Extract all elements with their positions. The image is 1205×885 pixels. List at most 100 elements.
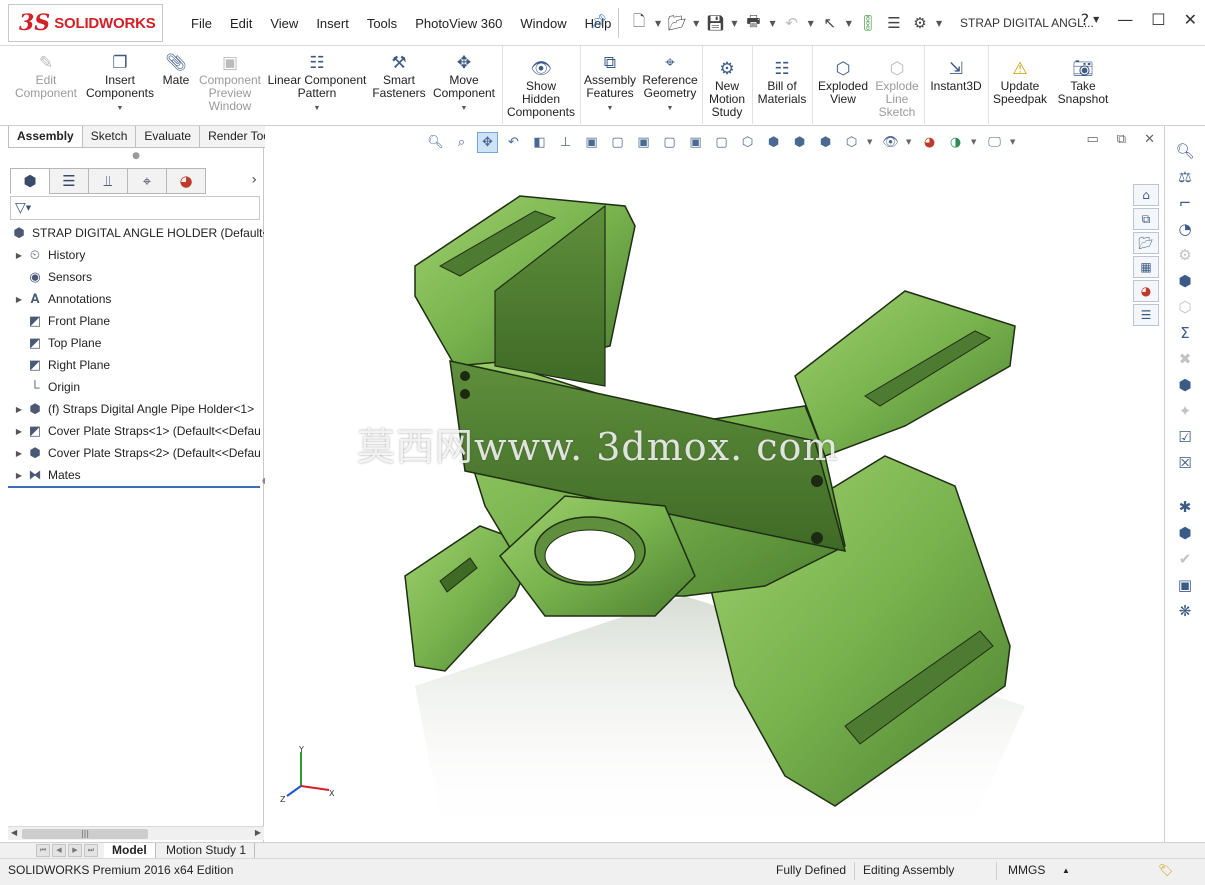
pan-icon[interactable]: ✥ xyxy=(477,131,498,153)
exploded-view-button[interactable]: ⬡ Exploded View xyxy=(814,56,872,106)
explode-line-sketch-button[interactable]: ⬡ Explode Line Sketch xyxy=(872,56,922,119)
reference-geometry-dropdown-icon[interactable]: ▼ xyxy=(640,102,700,115)
clearance-verification-icon[interactable]: ⚙ xyxy=(1173,244,1197,266)
display-style-icon[interactable]: ⬡ xyxy=(841,132,862,153)
panel-grip-icon[interactable]: ● xyxy=(8,148,264,164)
tab-model[interactable]: Model xyxy=(104,843,156,859)
file-explorer-icon[interactable]: 📂︎ xyxy=(1133,232,1159,254)
new-document-icon[interactable]: 🗋 xyxy=(629,12,649,33)
bill-of-materials-button[interactable]: ☷ Bill of Materials xyxy=(754,56,810,106)
panel-more-chevron-icon[interactable]: › xyxy=(251,172,257,188)
component-preview-button[interactable]: ▣ Component Preview Window xyxy=(196,50,264,113)
hide-show-dropdown-icon[interactable]: ▼ xyxy=(906,138,914,146)
menu-tools[interactable]: Tools xyxy=(358,14,406,33)
simulationxpress-icon[interactable]: ✱ xyxy=(1173,496,1197,518)
shaded-icon[interactable]: ⬢ xyxy=(815,132,836,153)
select-arrow-icon[interactable]: ↖ xyxy=(820,13,840,33)
symmetry-check-icon[interactable]: ✦ xyxy=(1173,400,1197,422)
tree-filter[interactable]: ▽ ▼ xyxy=(10,196,260,220)
scroll-thumb[interactable]: ||| xyxy=(22,829,148,839)
undo-dropdown-icon[interactable]: ▼ xyxy=(808,19,814,28)
expand-arrow-icon[interactable]: ▶ xyxy=(12,449,26,458)
menu-edit[interactable]: Edit xyxy=(221,14,261,33)
assembly-visualization-icon[interactable]: ✖ xyxy=(1173,348,1197,370)
menu-view[interactable]: View xyxy=(261,14,307,33)
tree-item[interactable]: ▶ ⬢ Cover Plate Straps<2> (Default<<Defau xyxy=(8,442,264,464)
view-right-icon[interactable]: ▢ xyxy=(659,132,680,153)
expand-arrow-icon[interactable]: ▶ xyxy=(12,251,26,260)
tab-motion-study-1[interactable]: Motion Study 1 xyxy=(158,843,256,859)
feature-manager-tab-icon[interactable]: ⬢ xyxy=(10,168,50,194)
close-icon[interactable]: ✕ xyxy=(1184,10,1197,29)
dimxpert-manager-tab-icon[interactable]: ⌖ xyxy=(127,168,167,194)
view-settings-dropdown-icon[interactable]: ▼ xyxy=(1010,138,1018,146)
viewport-tile-icon[interactable]: ⧉ xyxy=(1117,132,1126,147)
check-assembly-icon[interactable]: ⬢ xyxy=(1173,270,1197,292)
sum-equations-icon[interactable]: Σ xyxy=(1173,322,1197,344)
tree-item[interactable]: ▶ ⬢ (f) Straps Digital Angle Pipe Holder<1… xyxy=(8,398,264,420)
tree-item[interactable]: ◉ Sensors xyxy=(8,266,264,288)
custom-properties-icon[interactable]: ☰ xyxy=(1133,304,1159,326)
filter-dropdown-icon[interactable]: ▼ xyxy=(26,204,31,212)
expand-arrow-icon[interactable]: ▶ xyxy=(12,405,26,414)
mass-properties-icon[interactable]: ⚖ xyxy=(1173,166,1197,188)
curvature-icon[interactable]: ⬢ xyxy=(1173,374,1197,396)
expand-arrow-icon[interactable]: ▶ xyxy=(12,427,26,436)
hole-alignment-icon[interactable]: ⬡ xyxy=(1173,296,1197,318)
rebuild-traffic-light-icon[interactable]: 🚦︎ xyxy=(858,13,878,33)
take-snapshot-button[interactable]: 📷︎ Take Snapshot xyxy=(1054,56,1112,106)
tab-assembly[interactable]: Assembly xyxy=(8,126,83,148)
costing-icon[interactable]: ☒ xyxy=(1173,452,1197,474)
options-dropdown-icon[interactable]: ▼ xyxy=(936,19,942,28)
linear-pattern-button[interactable]: ☷ Linear Component Pattern ▼ xyxy=(266,50,368,115)
3d-model-viewport[interactable] xyxy=(265,126,1163,842)
tree-item[interactable]: ◩ Top Plane xyxy=(8,332,264,354)
move-component-button[interactable]: ✥ Move Component ▼ xyxy=(430,50,498,115)
tree-item[interactable]: ▶ 𝐀 Annotations xyxy=(8,288,264,310)
floxpress-icon[interactable]: ▣ xyxy=(1173,574,1197,596)
solidworks-logo[interactable]: 3S SOLIDWORKS xyxy=(8,4,163,42)
open-dropdown-icon[interactable]: ▼ xyxy=(693,19,699,28)
shaded-edges-icon[interactable]: ⬢ xyxy=(789,132,810,153)
menu-file[interactable]: File xyxy=(182,14,221,33)
tab-first-icon[interactable]: ⏮ xyxy=(36,844,50,857)
filter-funnel-icon[interactable]: ▽ xyxy=(15,200,26,216)
tree-root[interactable]: ⬢ STRAP DIGITAL ANGLE HOLDER (Default<D xyxy=(8,222,264,244)
view-left-icon[interactable]: ▣ xyxy=(633,132,654,153)
expand-arrow-icon[interactable]: ▶ xyxy=(12,295,26,304)
apply-scene-icon[interactable]: ◑ xyxy=(945,132,966,153)
display-style-dropdown-icon[interactable]: ▼ xyxy=(867,138,875,146)
new-motion-study-button[interactable]: ⚙ New Motion Study xyxy=(704,56,750,119)
select-dropdown-icon[interactable]: ▼ xyxy=(846,19,852,28)
dynamic-annotation-icon[interactable]: ⊥ xyxy=(555,132,576,153)
view-palette-icon[interactable]: ▦ xyxy=(1133,256,1159,278)
view-top-icon[interactable]: ▣ xyxy=(685,132,706,153)
insert-components-button[interactable]: ❐ Insert Components ▼ xyxy=(84,50,156,115)
file-properties-icon[interactable]: ☰ xyxy=(884,13,904,33)
draftxpress-icon[interactable]: ⬢ xyxy=(1173,522,1197,544)
tree-item[interactable]: ◩ Front Plane xyxy=(8,310,264,332)
show-hidden-button[interactable]: 👁︎ Show Hidden Components xyxy=(506,56,576,119)
tag-icon[interactable]: 🏷︎ xyxy=(1158,863,1173,877)
solidworks-resources-icon[interactable]: ⌂ xyxy=(1133,184,1159,206)
menu-window[interactable]: Window xyxy=(511,14,575,33)
view-settings-monitor-icon[interactable]: 🖵︎ xyxy=(984,132,1005,153)
rollback-bar[interactable] xyxy=(8,486,260,488)
print-dropdown-icon[interactable]: ▼ xyxy=(769,19,775,28)
zoom-to-area-icon[interactable]: ⌕ xyxy=(451,132,472,153)
tree-item[interactable]: └ Origin xyxy=(8,376,264,398)
assembly-features-dropdown-icon[interactable]: ▼ xyxy=(584,102,636,115)
new-dropdown-icon[interactable]: ▼ xyxy=(655,19,661,28)
measure-icon[interactable]: ⌐ xyxy=(1173,192,1197,214)
tab-prev-icon[interactable]: ◀ xyxy=(52,844,66,857)
insert-components-dropdown-icon[interactable]: ▼ xyxy=(84,102,156,115)
units-dropdown-icon[interactable]: ▲ xyxy=(1062,866,1070,875)
edit-appearance-icon[interactable]: ◕ xyxy=(919,132,940,153)
panel-horizontal-scrollbar[interactable]: ◀ ||| ▶ xyxy=(8,826,264,840)
print-icon[interactable]: 🖶︎ xyxy=(743,12,763,33)
scroll-left-icon[interactable]: ◀ xyxy=(11,828,17,837)
assembly-features-button[interactable]: ⧉ Assembly Features ▼ xyxy=(584,50,636,115)
help-question-icon[interactable]: ? xyxy=(1081,10,1090,29)
graphics-area[interactable]: 莫西网www. 3dmox. com 🔍︎ ⌕ ✥ ↶ ◧ ⊥ ▣ ▢ ▣ ▢ … xyxy=(265,126,1163,842)
configuration-manager-tab-icon[interactable]: ⫫ xyxy=(88,168,128,194)
